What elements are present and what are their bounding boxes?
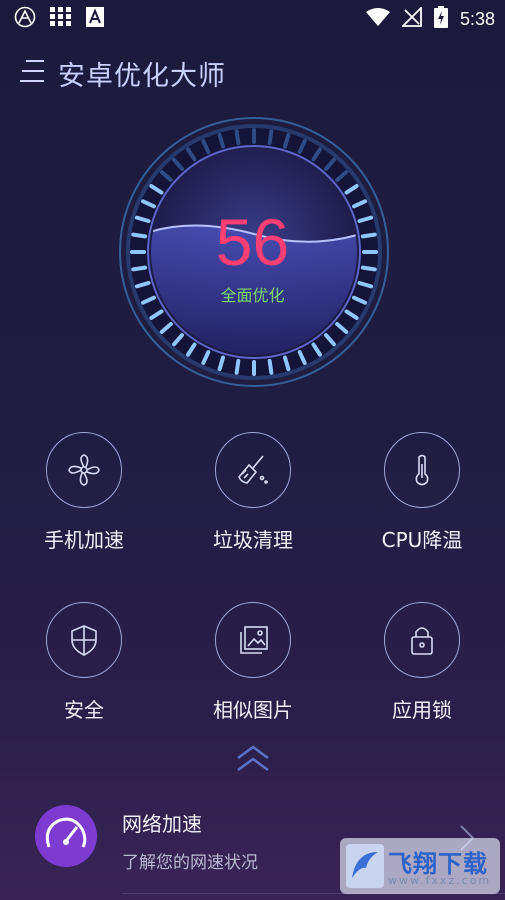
- grid-icon: [50, 7, 72, 31]
- feature-label: 垃圾清理: [213, 528, 293, 552]
- battery-charging-icon: [433, 6, 448, 32]
- feature-label: 应用锁: [392, 698, 452, 722]
- photo-icon: [215, 602, 291, 678]
- gauge-tick: [267, 358, 274, 375]
- watermark-url: www.fxxz.com: [388, 874, 492, 887]
- status-bar: 5:38: [0, 0, 505, 36]
- gauge-tick: [234, 358, 241, 375]
- app-header: 安卓优化大师: [0, 52, 505, 96]
- feature-label: 安全: [64, 698, 104, 722]
- broom-icon: [215, 432, 291, 508]
- network-subtitle: 了解您的网速状况: [122, 853, 258, 873]
- optimization-score: 56: [215, 205, 290, 279]
- app-lock-button[interactable]: 应用锁: [347, 602, 497, 722]
- feature-label: CPU降温: [381, 528, 463, 552]
- junk-clean-button[interactable]: 垃圾清理: [178, 432, 328, 552]
- similar-photos-button[interactable]: 相似图片: [178, 602, 328, 722]
- watermark: 飞翔下载 www.fxxz.com: [340, 838, 500, 894]
- font-app-icon: [86, 7, 104, 31]
- shield-icon: [46, 602, 122, 678]
- thermometer-icon: [384, 432, 460, 508]
- wifi-icon: [365, 7, 390, 31]
- watermark-logo-icon: [346, 844, 384, 892]
- feature-label: 相似图片: [213, 698, 293, 722]
- lock-icon: [384, 602, 460, 678]
- fan-icon: [46, 432, 122, 508]
- speedometer-icon: [35, 805, 97, 867]
- clock-time: 5:38: [459, 8, 495, 29]
- network-title: 网络加速: [122, 812, 202, 836]
- gauge-tick: [234, 129, 241, 146]
- menu-icon[interactable]: [20, 60, 44, 86]
- no-signal-icon: [400, 5, 422, 31]
- cpu-cooling-button[interactable]: CPU降温: [347, 432, 497, 552]
- feature-label: 手机加速: [44, 528, 124, 552]
- security-button[interactable]: 安全: [9, 602, 159, 722]
- phone-speedup-button[interactable]: 手机加速: [9, 432, 159, 552]
- page-title: 安卓优化大师: [58, 61, 226, 92]
- expand-chevron-icon[interactable]: [235, 745, 271, 777]
- gauge-tick: [267, 129, 274, 146]
- optimize-all-label[interactable]: 全面优化: [0, 282, 505, 306]
- app-logo-icon: [14, 6, 36, 32]
